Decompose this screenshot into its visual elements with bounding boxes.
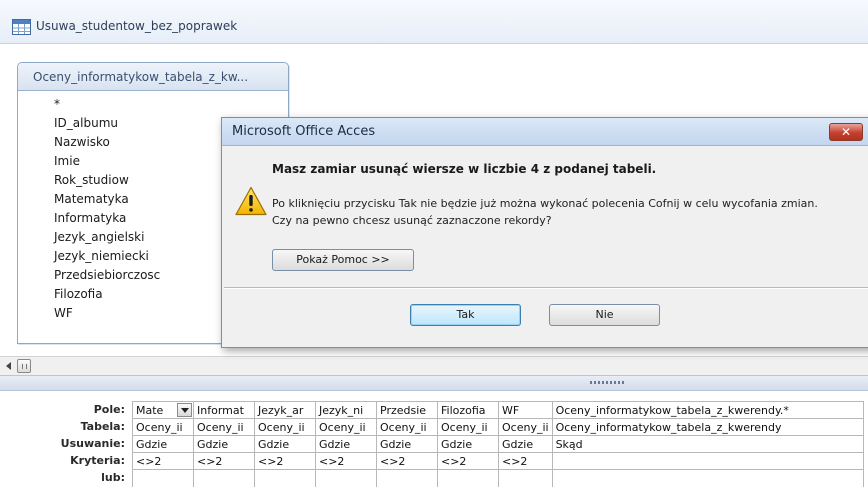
pane-splitter[interactable] <box>0 375 868 391</box>
splitter-grip-icon <box>590 381 626 384</box>
grid-cell-usuwanie[interactable]: Gdzie <box>437 435 499 453</box>
table-row: Gdzie Gdzie Gdzie Gdzie Gdzie Gdzie Gdzi… <box>132 435 864 453</box>
grid-cell-lub[interactable] <box>132 469 194 487</box>
grid-cell-usuwanie[interactable]: Gdzie <box>315 435 377 453</box>
field-item[interactable]: * <box>54 95 288 114</box>
dropdown-arrow-icon[interactable] <box>177 403 192 417</box>
grid-cell-usuwanie[interactable]: Gdzie <box>376 435 438 453</box>
dialog-titlebar: Microsoft Office Acces <box>222 118 868 146</box>
grid-cell-kryteria[interactable]: <>2 <box>254 452 316 470</box>
grid-cell-usuwanie[interactable]: Gdzie <box>498 435 553 453</box>
show-help-button[interactable]: Pokaż Pomoc >> <box>272 249 414 271</box>
row-label-usuwanie: Usuwanie: <box>60 437 125 450</box>
grid-cell-lub[interactable] <box>551 469 864 487</box>
grid-row-labels: Pole: Tabela: Usuwanie: Kryteria: lub: <box>0 401 132 486</box>
delete-confirmation-dialog: Microsoft Office Acces ✕ Masz zamiar usu… <box>221 117 868 348</box>
scroll-thumb[interactable] <box>17 359 31 373</box>
grid-cell-tabela[interactable]: Oceny_ii <box>498 418 553 436</box>
grid-cell-usuwanie[interactable]: Gdzie <box>132 435 194 453</box>
grid-cell-pole[interactable]: Jezyk_ni <box>315 401 377 419</box>
grid-cell-kryteria[interactable]: <>2 <box>132 452 194 470</box>
dialog-heading: Masz zamiar usunąć wiersze w liczbie 4 z… <box>272 162 657 176</box>
table-row: Oceny_ii Oceny_ii Oceny_ii Oceny_ii Ocen… <box>132 418 864 436</box>
grid-cell-lub[interactable] <box>254 469 316 487</box>
close-icon[interactable]: ✕ <box>829 123 863 141</box>
query-icon <box>12 19 31 35</box>
dialog-title: Microsoft Office Acces <box>232 124 376 139</box>
grid-cell-pole[interactable]: Oceny_informatykow_tabela_z_kwerendy.* <box>551 401 864 419</box>
dialog-separator <box>224 287 868 289</box>
grid-cell-kryteria[interactable]: <>2 <box>376 452 438 470</box>
table-row: <>2 <>2 <>2 <>2 <>2 <>2 <>2 <box>132 452 864 470</box>
table-row: Mate Informat Jezyk_ar Jezyk_ni Przedsie… <box>132 401 864 419</box>
table-field-list-title[interactable]: Oceny_informatykow_tabela_z_kw... <box>18 63 288 91</box>
grid-cell-usuwanie[interactable]: Gdzie <box>254 435 316 453</box>
grid-cell-tabela[interactable]: Oceny_ii <box>315 418 377 436</box>
grid-cell-tabela[interactable]: Oceny_ii <box>437 418 499 436</box>
grip-icon <box>22 364 27 369</box>
grid-cell-tabela[interactable]: Oceny_informatykow_tabela_z_kwerendy <box>551 418 864 436</box>
grid-table: Mate Informat Jezyk_ar Jezyk_ni Przedsie… <box>132 401 864 487</box>
grid-cell-pole[interactable]: Jezyk_ar <box>254 401 316 419</box>
query-design-grid: Pole: Tabela: Usuwanie: Kryteria: lub: M… <box>0 391 868 492</box>
grid-cell-usuwanie[interactable]: Gdzie <box>193 435 255 453</box>
yes-button[interactable]: Tak <box>410 304 521 326</box>
grid-cell-tabela[interactable]: Oceny_ii <box>132 418 194 436</box>
row-label-tabela: Tabela: <box>80 420 125 433</box>
grid-cell-lub[interactable] <box>498 469 553 487</box>
grid-cell-kryteria[interactable]: <>2 <box>315 452 377 470</box>
row-label-lub: lub: <box>101 471 125 484</box>
grid-cell-tabela[interactable]: Oceny_ii <box>254 418 316 436</box>
grid-cell-kryteria[interactable]: <>2 <box>498 452 553 470</box>
grid-cell-usuwanie[interactable]: Skąd <box>551 435 864 453</box>
window-title: Usuwa_studentow_bez_poprawek <box>36 19 238 33</box>
grid-cell-pole[interactable]: Informat <box>193 401 255 419</box>
no-button[interactable]: Nie <box>549 304 660 326</box>
scroll-left-arrow-icon[interactable] <box>6 362 11 370</box>
grid-cell-kryteria[interactable] <box>551 452 864 470</box>
grid-cell-tabela[interactable]: Oceny_ii <box>376 418 438 436</box>
grid-cell-pole[interactable]: Przedsie <box>376 401 438 419</box>
dialog-message-line2: Czy na pewno chcesz usunąć zaznaczone re… <box>272 214 552 227</box>
row-label-kryteria: Kryteria: <box>70 454 125 467</box>
grid-cell-pole[interactable]: WF <box>498 401 553 419</box>
grid-cell-pole[interactable]: Mate <box>132 401 194 419</box>
grid-cell-tabela[interactable]: Oceny_ii <box>193 418 255 436</box>
grid-cell-lub[interactable] <box>437 469 499 487</box>
row-label-pole: Pole: <box>93 403 125 416</box>
grid-cell-lub[interactable] <box>315 469 377 487</box>
grid-cell-lub[interactable] <box>376 469 438 487</box>
grid-cell-kryteria[interactable]: <>2 <box>437 452 499 470</box>
horizontal-scrollbar[interactable] <box>0 356 868 375</box>
window-titlebar: Usuwa_studentow_bez_poprawek <box>0 0 868 44</box>
grid-cell-pole[interactable]: Filozofia <box>437 401 499 419</box>
grid-cell-lub[interactable] <box>193 469 255 487</box>
grid-cell-kryteria[interactable]: <>2 <box>193 452 255 470</box>
table-row <box>132 469 864 487</box>
grid-cell-text: Mate <box>136 403 164 417</box>
warning-icon <box>235 186 267 216</box>
dialog-message-line1: Po kliknięciu przycisku Tak nie będzie j… <box>272 197 818 210</box>
